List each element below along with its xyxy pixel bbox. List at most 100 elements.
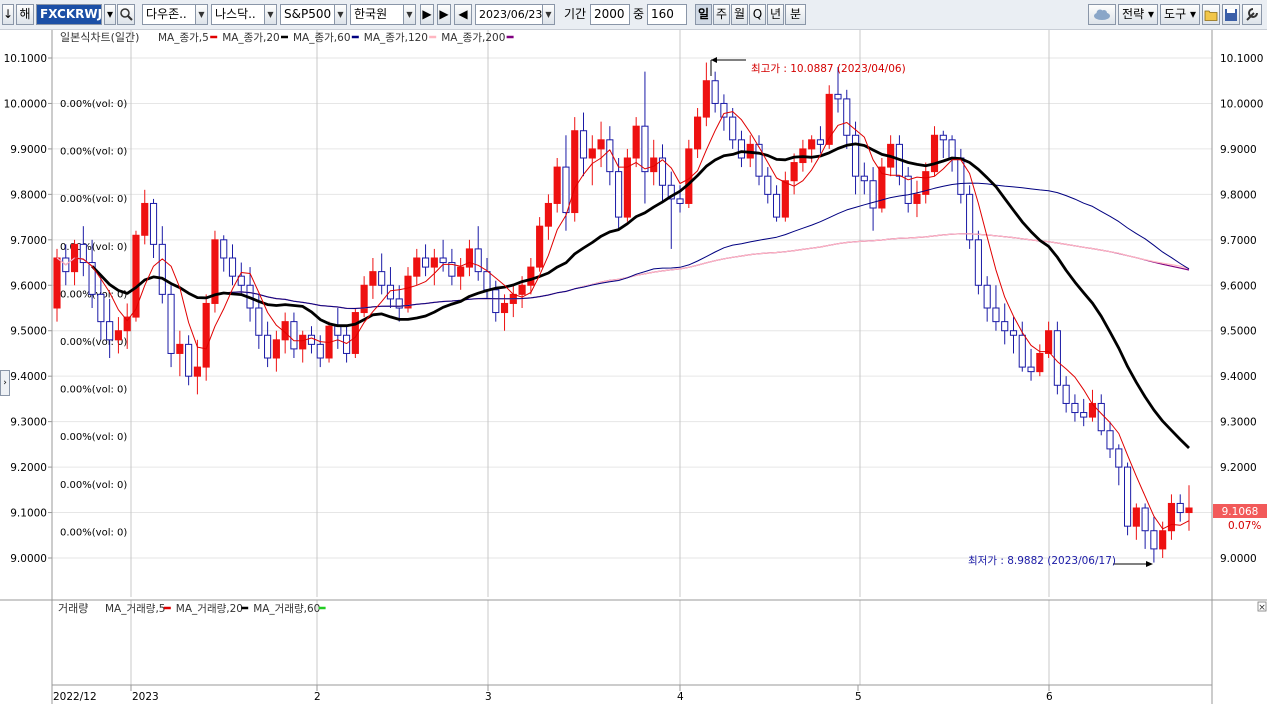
candle-body: [167, 293, 175, 354]
save-button[interactable]: [1222, 4, 1240, 25]
candle-body: [413, 257, 421, 277]
candle-body: [386, 284, 395, 300]
interval-month-button[interactable]: 월: [731, 4, 748, 25]
volume-percent-label: 0.00%(vol: 0): [60, 194, 127, 205]
x-tick-label: 4: [677, 691, 684, 703]
candle-body: [1185, 507, 1193, 514]
search-button[interactable]: [117, 4, 135, 25]
candle-body: [193, 366, 201, 377]
y-axis-right: 10.1000 10.0000 9.9000 9.8000 9.7000 9.6000 9.…: [1220, 53, 1263, 565]
interval-quarter-button[interactable]: Q: [749, 4, 766, 25]
y-tick-left: 9.5000: [10, 326, 47, 338]
y-tick-right: 9.6000: [1220, 280, 1257, 292]
candle-body: [860, 175, 868, 182]
settings-button[interactable]: [1242, 4, 1262, 25]
index-select-nasdaq[interactable]: 나스닥.. ▼: [211, 4, 277, 25]
y-tick-right: 9.0000: [1220, 553, 1257, 565]
collapse-arrow-button[interactable]: ↓: [2, 4, 14, 25]
candle: [685, 139, 693, 208]
candle-body: [307, 334, 316, 345]
candlestick-chart[interactable]: 10.1000 10.0000 9.9000 9.8000 9.7000 9.6000 9.…: [0, 30, 1267, 704]
candle-body: [737, 139, 746, 159]
candle-body: [948, 139, 956, 159]
year-toggle-button[interactable]: 해: [16, 4, 34, 25]
tools-button[interactable]: 도구 ▾: [1160, 4, 1200, 25]
index-select-sp500[interactable]: S&P500 ▼: [280, 4, 347, 25]
candle-body: [562, 166, 570, 214]
interval-week-button[interactable]: 주: [713, 4, 730, 25]
y-tick-left: 10.1000: [4, 53, 47, 65]
y-tick-right: 9.3000: [1220, 417, 1257, 429]
next-button[interactable]: ▶: [437, 4, 451, 25]
candle-body: [974, 239, 982, 286]
candle: [966, 185, 974, 249]
candle-body: [834, 93, 842, 100]
strategy-button[interactable]: 전략 ▾: [1118, 4, 1158, 25]
y-tick-right: 9.2000: [1220, 462, 1257, 474]
candle-body: [579, 130, 588, 159]
candle-body: [1159, 530, 1167, 550]
chevron-down-icon: ▼: [403, 5, 415, 24]
candle-body: [500, 302, 509, 314]
candle-body: [1001, 321, 1009, 332]
candle-body: [764, 175, 772, 195]
candle-body: [694, 116, 702, 150]
candle-body: [202, 302, 210, 368]
candle-body: [939, 134, 947, 141]
candle-body: [1150, 530, 1158, 550]
index-select-dow[interactable]: 다우존.. ▼: [142, 4, 208, 25]
candle-body: [676, 198, 684, 204]
candle: [1053, 321, 1061, 395]
close-icon: ×: [1258, 603, 1266, 613]
candle-body: [536, 225, 544, 268]
period-label: 기간: [564, 7, 587, 21]
period-input[interactable]: 2000: [590, 4, 630, 25]
candle-body: [527, 266, 535, 286]
candle-body: [772, 193, 781, 218]
candle-body: [114, 330, 122, 341]
y-tick-left: 9.0000: [10, 553, 47, 565]
date-picker[interactable]: 2023/06/23 ▼: [475, 4, 555, 25]
candle: [974, 230, 982, 295]
y-tick-right: 9.4000: [1220, 371, 1257, 383]
price-panel-title: 일본식차트(일간): [60, 30, 139, 44]
candle-body: [597, 139, 605, 150]
symbol-code-input[interactable]: FXCKRWJS: [36, 4, 102, 25]
last-price-change: 0.07%: [1228, 520, 1261, 532]
price-plot-area: [52, 30, 1212, 597]
y-tick-right: 9.5000: [1220, 326, 1257, 338]
candle-body: [1097, 402, 1105, 432]
candle-body: [1124, 466, 1132, 527]
candle-body: [553, 166, 561, 204]
candle-body: [808, 139, 816, 150]
weather-button[interactable]: [1088, 4, 1116, 25]
candle-body: [1045, 330, 1053, 354]
mid-input[interactable]: 160: [647, 4, 687, 25]
candle-body: [1009, 330, 1018, 336]
candle-body: [1141, 507, 1149, 532]
index-select-sp500-label: S&P500: [284, 7, 332, 21]
candle-body: [1115, 448, 1123, 468]
currency-select[interactable]: 한국원 ▼: [350, 4, 416, 25]
candle-body: [1071, 402, 1079, 414]
candle-body: [825, 93, 833, 145]
play-button[interactable]: ▶: [420, 4, 434, 25]
legend-label: MA_거래량,60: [253, 603, 320, 615]
candle-body: [149, 202, 158, 245]
interval-day-button[interactable]: 일: [695, 4, 712, 25]
prev-button[interactable]: ◀: [454, 4, 472, 25]
volume-percent-label: 0.00%(vol: 0): [60, 480, 127, 491]
candle-body: [729, 116, 737, 141]
candle-body: [474, 248, 482, 273]
candle-body: [176, 343, 184, 354]
interval-year-button[interactable]: 년: [767, 4, 784, 25]
y-tick-right: 9.7000: [1220, 235, 1257, 247]
candle-body: [1088, 402, 1097, 418]
candle-body: [816, 139, 825, 145]
open-button[interactable]: [1202, 4, 1220, 25]
symbol-dropdown-button[interactable]: ▾: [104, 4, 116, 25]
x-tick-label: 2023: [132, 691, 159, 703]
candle-body: [465, 248, 474, 268]
candle-body: [632, 125, 640, 159]
interval-minute-button[interactable]: 분: [785, 4, 806, 25]
